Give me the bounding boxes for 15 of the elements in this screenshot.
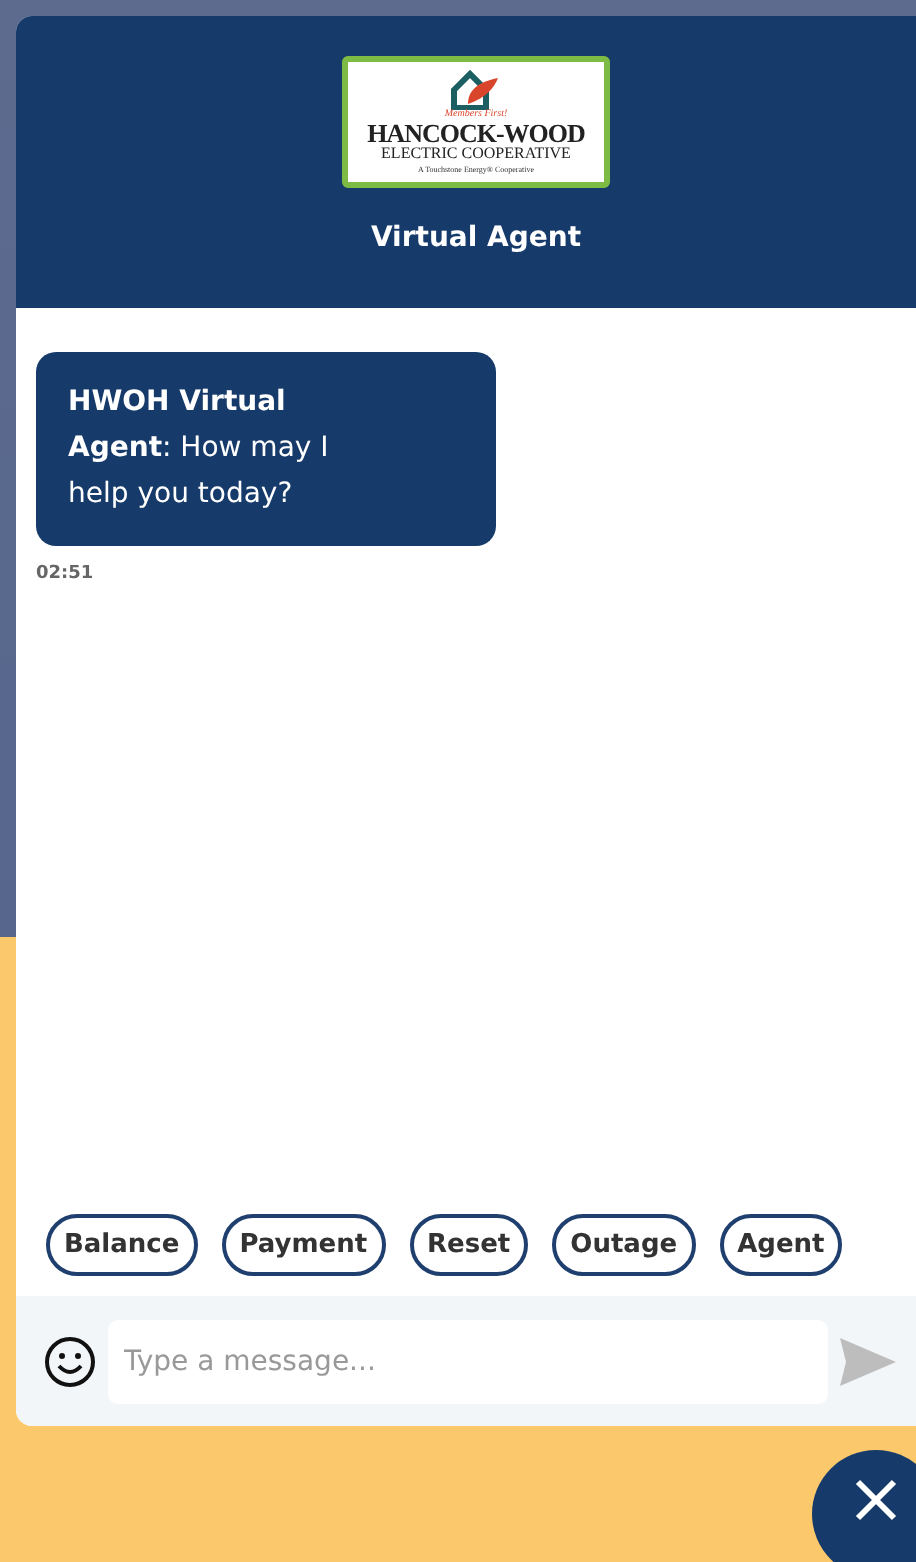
agent-message: HWOH Virtual Agent: How may I help you today? [36,352,496,546]
quick-reply-button[interactable]: Reset [409,1214,529,1276]
message-time: 02:51 [36,564,96,584]
quick-reply-button[interactable]: Balance [46,1214,198,1276]
logo-subtitle: ELECTRIC COOPERATIVE [381,146,571,162]
message-input[interactable]: Type a message... [108,1319,828,1403]
house-logo-icon [450,70,502,110]
close-button[interactable] [812,1450,916,1562]
quick-reply-button[interactable]: Agent [719,1214,843,1276]
quick-reply-button[interactable]: Payment [221,1214,386,1276]
close-icon [854,1478,898,1522]
quick-reply-button[interactable]: Outage [552,1214,696,1276]
chat-title: Virtual Agent [370,222,582,254]
emoji-icon[interactable] [44,1335,96,1387]
logo-name: HANCOCK-WOOD [367,120,585,146]
